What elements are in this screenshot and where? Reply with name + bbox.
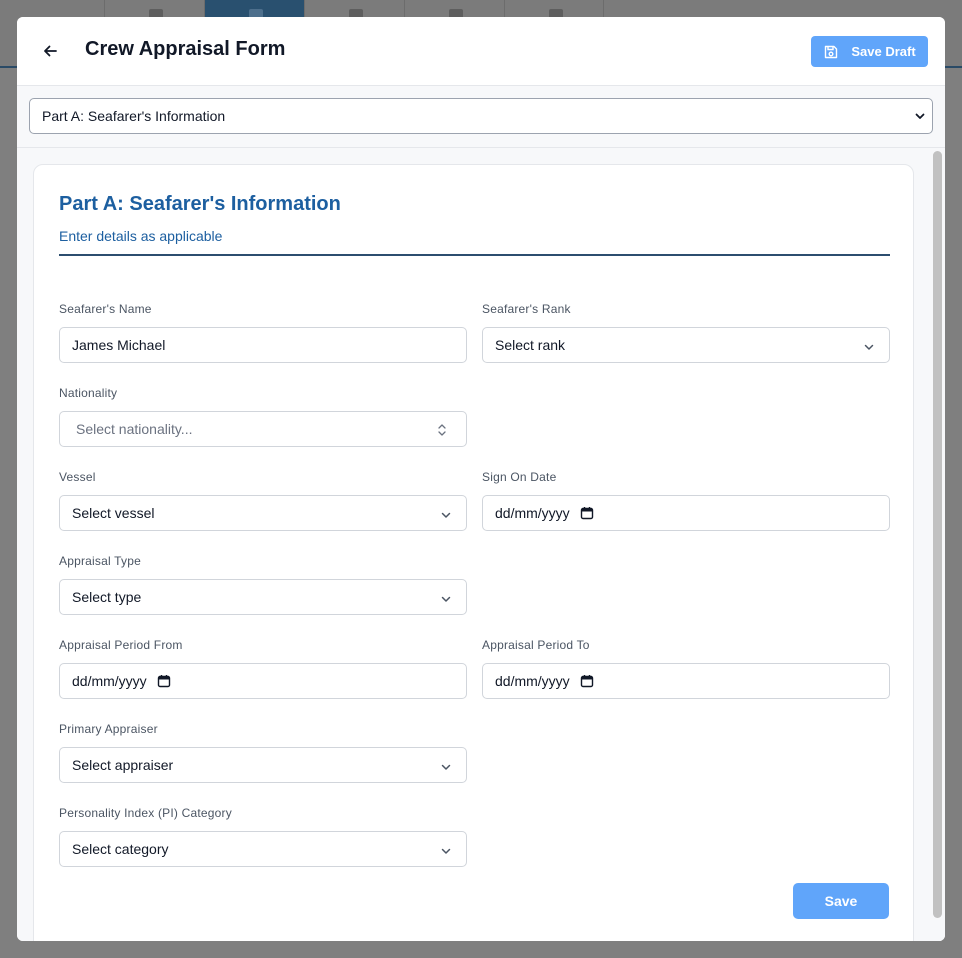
seafarer-name-input[interactable]: James Michael <box>59 327 467 363</box>
save-draft-label: Save Draft <box>851 44 916 59</box>
sign-on-date-input[interactable]: dd/mm/yyyy <box>482 495 890 531</box>
nationality-combobox[interactable]: Select nationality... <box>59 411 467 447</box>
chevron-down-icon <box>441 848 451 854</box>
save-button[interactable]: Save <box>793 883 889 919</box>
chevron-down-icon <box>441 764 451 770</box>
vessel-value: Select vessel <box>72 505 155 521</box>
background-tab <box>304 0 404 18</box>
sign-on-date-label: Sign On Date <box>482 470 557 484</box>
appraisal-modal: Crew Appraisal Form Save Draft Part A: S… <box>17 17 945 941</box>
background-tab <box>404 0 504 18</box>
calendar-icon[interactable] <box>580 674 594 688</box>
period-from-value: dd/mm/yyyy <box>72 673 147 689</box>
chevron-down-icon <box>441 512 451 518</box>
save-draft-button[interactable]: Save Draft <box>811 36 928 67</box>
background-tab-active <box>204 0 304 18</box>
vessel-label: Vessel <box>59 470 96 484</box>
primary-appraiser-value: Select appraiser <box>72 757 174 773</box>
seafarer-name-value: James Michael <box>72 337 166 353</box>
seafarer-rank-label: Seafarer's Rank <box>482 302 571 316</box>
nationality-label: Nationality <box>59 386 118 400</box>
chevron-down-icon <box>441 596 451 602</box>
part-selector-bar: Part A: Seafarer's Information <box>17 86 945 148</box>
section-subtitle: Enter details as applicable <box>59 228 223 244</box>
sign-on-date-value: dd/mm/yyyy <box>495 505 570 521</box>
vessel-select[interactable]: Select vessel <box>59 495 467 531</box>
chevron-down-icon <box>915 113 925 119</box>
primary-appraiser-label: Primary Appraiser <box>59 722 158 736</box>
section-title: Part A: Seafarer's Information <box>59 193 341 215</box>
nationality-placeholder: Select nationality... <box>76 421 193 437</box>
part-select[interactable]: Part A: Seafarer's Information <box>29 98 933 134</box>
calendar-icon[interactable] <box>580 506 594 520</box>
seafarer-rank-select[interactable]: Select rank <box>482 327 890 363</box>
period-to-input[interactable]: dd/mm/yyyy <box>482 663 890 699</box>
chevron-up-down-icon <box>438 424 446 436</box>
page-title: Crew Appraisal Form <box>85 38 286 60</box>
modal-header: Crew Appraisal Form Save Draft <box>17 17 945 86</box>
form-scroll-area: Part A: Seafarer's Information Enter det… <box>17 148 945 941</box>
chevron-down-icon <box>864 344 874 350</box>
period-from-label: Appraisal Period From <box>59 638 183 652</box>
scrollbar-thumb[interactable] <box>933 151 942 918</box>
seafarer-name-label: Seafarer's Name <box>59 302 152 316</box>
primary-appraiser-select[interactable]: Select appraiser <box>59 747 467 783</box>
pi-category-select[interactable]: Select category <box>59 831 467 867</box>
back-button[interactable] <box>39 40 61 62</box>
appraisal-type-label: Appraisal Type <box>59 554 141 568</box>
background-tab <box>104 0 204 18</box>
pi-category-value: Select category <box>72 841 169 857</box>
pi-category-label: Personality Index (PI) Category <box>59 806 232 820</box>
section-card: Part A: Seafarer's Information Enter det… <box>33 164 914 941</box>
floppy-disk-icon <box>825 45 838 58</box>
arrow-left-icon <box>44 45 57 57</box>
calendar-icon[interactable] <box>157 674 171 688</box>
appraisal-type-value: Select type <box>72 589 142 605</box>
appraisal-type-select[interactable]: Select type <box>59 579 467 615</box>
period-to-value: dd/mm/yyyy <box>495 673 570 689</box>
section-divider <box>59 254 890 256</box>
period-from-input[interactable]: dd/mm/yyyy <box>59 663 467 699</box>
part-select-value: Part A: Seafarer's Information <box>42 108 226 124</box>
seafarer-rank-value: Select rank <box>495 337 566 353</box>
period-to-label: Appraisal Period To <box>482 638 590 652</box>
background-tab <box>504 0 604 18</box>
